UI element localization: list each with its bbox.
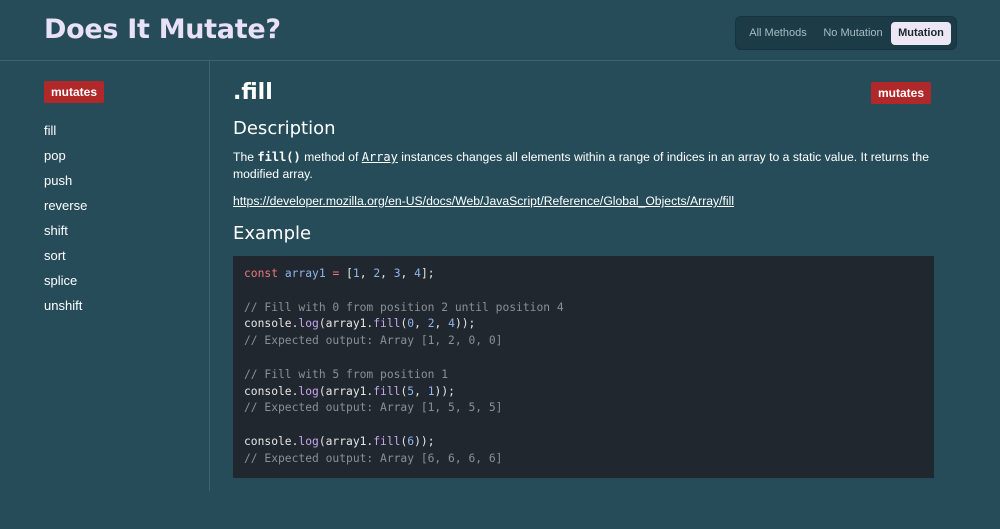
filter-toggle-group: All Methods No Mutation Mutation <box>735 16 957 50</box>
sidebar-item-pop[interactable]: pop <box>44 143 87 168</box>
sidebar-item-unshift[interactable]: unshift <box>44 293 87 318</box>
code-object: console <box>244 317 292 331</box>
code-number: 1 <box>427 384 435 398</box>
description-mid: method of <box>300 150 362 164</box>
array-link[interactable]: Array <box>362 150 398 164</box>
site-title: Does It Mutate? <box>44 14 281 45</box>
example-heading: Example <box>233 223 312 244</box>
code-object: console <box>244 434 292 448</box>
sidebar-item-push[interactable]: push <box>44 168 87 193</box>
code-line: console.log(array1.fill(5, 1)); <box>244 384 455 398</box>
code-function: log <box>298 317 319 331</box>
code-bracket: [ <box>346 267 353 280</box>
sidebar-item-fill[interactable]: fill <box>44 118 87 143</box>
code-number: 4 <box>414 267 421 280</box>
code-comment: // Expected output: Array [6, 6, 6, 6] <box>244 451 503 465</box>
code-bracket: ]; <box>420 267 435 280</box>
description-heading: Description <box>233 118 336 139</box>
code-number: 2 <box>373 267 381 280</box>
code-number: 0 <box>407 317 415 331</box>
code-number: 5 <box>407 384 415 398</box>
code-function: log <box>298 434 319 448</box>
code-object: console <box>244 384 292 398</box>
code-line: console.log(array1.fill(0, 2, 4)); <box>244 317 476 331</box>
method-code: fill() <box>257 150 301 164</box>
code-number: 6 <box>407 434 415 448</box>
sidebar-item-shift[interactable]: shift <box>44 218 87 243</box>
code-function: fill <box>373 434 401 448</box>
sidebar-item-reverse[interactable]: reverse <box>44 193 87 218</box>
code-function: fill <box>373 317 401 331</box>
code-variable: array1 <box>284 267 326 280</box>
sidebar-item-splice[interactable]: splice <box>44 268 87 293</box>
sidebar: mutates fill pop push reverse shift sort… <box>0 61 210 491</box>
filter-all-methods-button[interactable]: All Methods <box>744 22 812 45</box>
sidebar-mutates-badge: mutates <box>44 81 105 103</box>
filter-no-mutation-button[interactable]: No Mutation <box>818 22 888 45</box>
mutates-badge: mutates <box>871 82 932 104</box>
code-comment: // Expected output: Array [1, 5, 5, 5] <box>244 401 503 415</box>
code-example: const array1 = [1, 2, 3, 4]; // Fill wit… <box>233 256 934 478</box>
code-number: 3 <box>393 267 401 280</box>
code-line: console.log(array1.fill(6)); <box>244 434 435 448</box>
code-keyword: const <box>244 267 279 280</box>
method-title: .fill <box>233 80 273 105</box>
mdn-docs-link[interactable]: https://developer.mozilla.org/en-US/docs… <box>233 194 734 208</box>
description-text: The fill() method of Array instances cha… <box>233 149 934 183</box>
code-comment: // Expected output: Array [1, 2, 0, 0] <box>244 334 503 348</box>
header: Does It Mutate? All Methods No Mutation … <box>0 0 1000 61</box>
filter-mutation-button[interactable]: Mutation <box>891 22 951 45</box>
method-list: fill pop push reverse shift sort splice … <box>44 118 87 318</box>
code-comment: // Fill with 0 from position 2 until pos… <box>244 300 564 314</box>
code-operator: = <box>332 267 340 280</box>
code-function: fill <box>373 384 401 398</box>
sidebar-item-sort[interactable]: sort <box>44 243 87 268</box>
code-number: 1 <box>352 267 360 280</box>
code-comment: // Fill with 5 from position 1 <box>244 367 449 381</box>
code-function: log <box>298 384 319 398</box>
description-prefix: The <box>233 150 258 164</box>
code-line: const array1 = [1, 2, 3, 4]; <box>244 267 435 280</box>
code-number: 2 <box>427 317 435 331</box>
code-number: 4 <box>448 317 455 331</box>
